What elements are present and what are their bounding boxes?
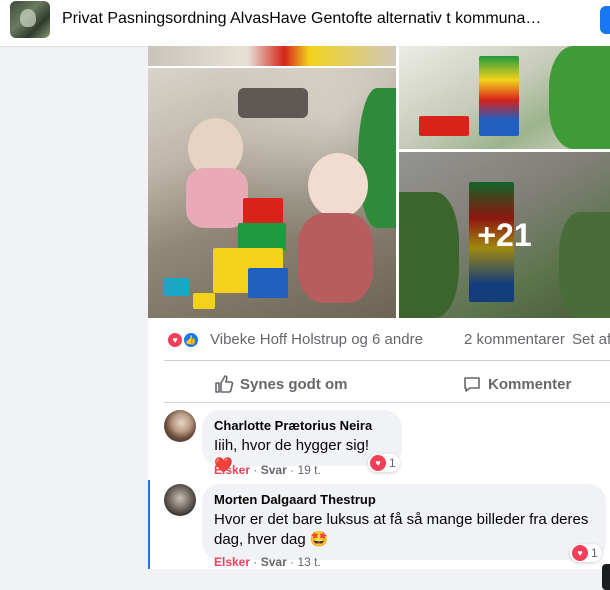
- comment-button[interactable]: Kommenter: [462, 368, 571, 400]
- comment-text-body: Iiih, hvor de hygger sig!: [214, 437, 370, 454]
- love-react-link[interactable]: Elsker: [214, 555, 250, 569]
- meta-separator: ·: [253, 555, 258, 569]
- comment-icon: [464, 377, 480, 392]
- love-icon: ♥: [572, 545, 588, 561]
- brick-tower: [479, 56, 519, 136]
- meta-separator: ·: [290, 555, 295, 569]
- sofa-shape: [238, 88, 308, 118]
- post-card: +21 ♥ 👍 Vibeke Hoff Holstrup og 6 andre …: [148, 46, 610, 590]
- comment-text-body: Hvor er det bare luksus at få så mange b…: [214, 511, 589, 548]
- love-react-link[interactable]: Elsker: [214, 463, 250, 477]
- love-icon: ♥: [370, 455, 386, 471]
- comment-label: Kommenter: [488, 375, 572, 393]
- comment-time[interactable]: 19 t.: [297, 463, 320, 477]
- child-left-shirt-shape: [186, 168, 248, 228]
- photo-bottom-right[interactable]: +21: [399, 152, 610, 318]
- red-brick: [419, 116, 469, 136]
- avatar[interactable]: [164, 484, 196, 516]
- comment-count[interactable]: 2 kommentarer: [464, 331, 565, 348]
- post-actions: Synes godt om Kommenter: [148, 364, 610, 404]
- green-tent-shape: [358, 88, 396, 228]
- comment-time[interactable]: 13 t.: [297, 555, 320, 569]
- more-photos-count[interactable]: +21: [399, 152, 610, 318]
- thumbs-up-icon: [215, 375, 234, 393]
- like-icon: 👍: [182, 331, 200, 349]
- photo-grid: +21: [148, 46, 610, 318]
- love-icon: ♥: [166, 331, 184, 349]
- comment-reaction-count[interactable]: ♥ 1: [570, 544, 602, 562]
- photo-main[interactable]: [148, 68, 396, 318]
- comment-meta: Elsker · Svar · 19 t.: [214, 463, 321, 477]
- divider: [164, 360, 610, 361]
- divider: [164, 402, 610, 403]
- yellow-brick-small: [193, 293, 215, 309]
- reaction-count: 1: [591, 546, 598, 560]
- comment-bubble: Morten Dalgaard Thestrup Hvor er det bar…: [202, 484, 606, 560]
- child-right-shape: [308, 153, 368, 218]
- avatar[interactable]: [164, 410, 196, 442]
- group-header-bar: Privat Pasningsordning AlvasHave Gentoft…: [0, 0, 610, 47]
- photo-top-strip[interactable]: [148, 46, 396, 66]
- red-brick: [243, 198, 283, 224]
- reactions-summary: ♥ 👍 Vibeke Hoff Holstrup og 6 andre 2 ko…: [148, 325, 610, 355]
- child-right-shirt-shape: [298, 213, 373, 303]
- comment-reaction-count[interactable]: ♥ 1: [368, 454, 400, 472]
- seen-by[interactable]: Set af: [572, 331, 610, 348]
- comment-meta: Elsker · Svar · 13 t.: [214, 555, 321, 569]
- comment-item: Morten Dalgaard Thestrup Hvor er det bar…: [148, 484, 610, 569]
- green-tent-shape: [549, 46, 610, 149]
- reply-link[interactable]: Svar: [261, 555, 287, 569]
- green-brick: [238, 223, 286, 251]
- group-avatar[interactable]: [10, 1, 50, 38]
- like-label: Synes godt om: [240, 375, 348, 393]
- comment-item: Charlotte Prætorius Neira Iiih, hvor de …: [148, 410, 610, 480]
- meta-separator: ·: [290, 463, 295, 477]
- join-group-button[interactable]: [600, 6, 610, 34]
- blue-brick: [248, 268, 288, 298]
- like-button[interactable]: Synes godt om: [214, 368, 348, 400]
- comment-author[interactable]: Morten Dalgaard Thestrup: [214, 492, 594, 507]
- cyan-brick: [163, 278, 189, 296]
- reactors-names[interactable]: Vibeke Hoff Holstrup og 6 andre: [210, 331, 423, 348]
- group-title[interactable]: Privat Pasningsordning AlvasHave Gentoft…: [62, 10, 582, 28]
- reaction-count: 1: [389, 456, 396, 470]
- meta-separator: ·: [253, 463, 258, 477]
- comment-author[interactable]: Charlotte Prætorius Neira: [214, 418, 390, 433]
- star-struck-emoji-icon: 🤩: [309, 531, 329, 548]
- scroll-handle[interactable]: [602, 564, 610, 590]
- reply-link[interactable]: Svar: [261, 463, 287, 477]
- photo-top-right[interactable]: [399, 46, 610, 149]
- reaction-icons[interactable]: ♥ 👍: [166, 331, 202, 349]
- comment-text: Hvor er det bare luksus at få så mange b…: [214, 510, 594, 550]
